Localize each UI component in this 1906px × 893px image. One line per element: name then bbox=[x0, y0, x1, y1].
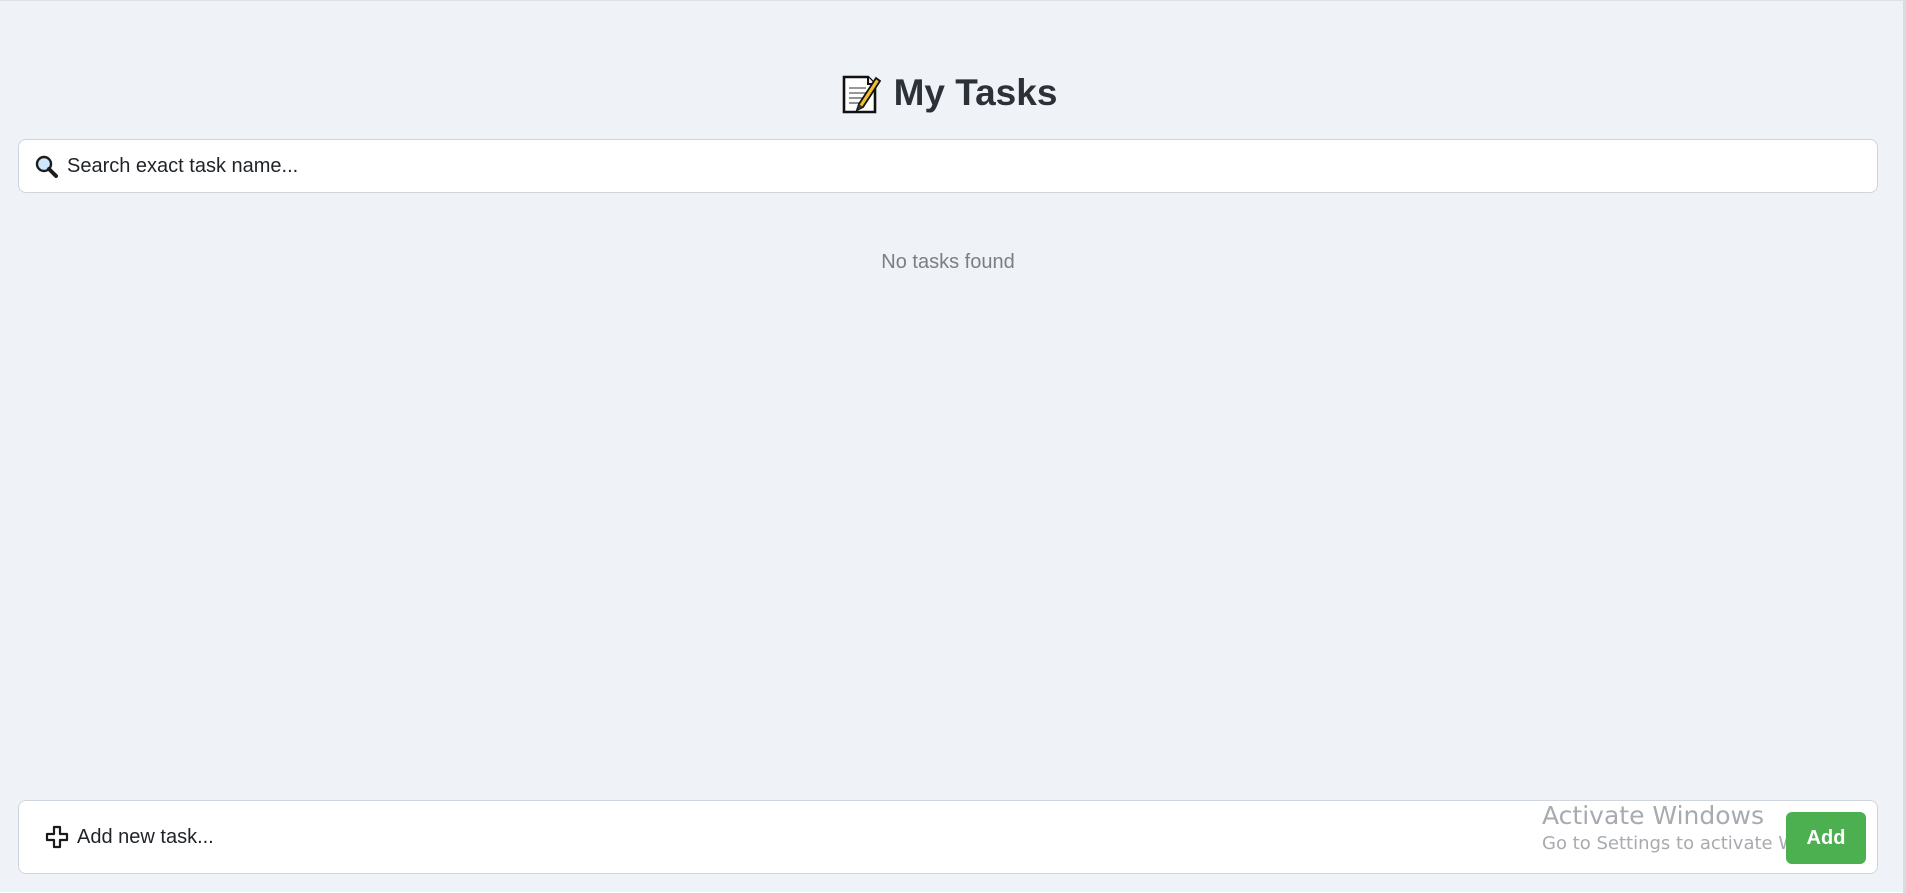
new-task-input[interactable] bbox=[77, 819, 1577, 855]
task-app: My Tasks No tasks found Activate Windows… bbox=[0, 0, 1906, 893]
search-input[interactable] bbox=[67, 149, 1847, 183]
add-task-bar[interactable] bbox=[18, 800, 1878, 874]
page-title-text: My Tasks bbox=[893, 72, 1058, 113]
add-task-button[interactable]: Add bbox=[1786, 812, 1866, 864]
empty-state-message: No tasks found bbox=[881, 251, 1015, 273]
search-icon bbox=[34, 154, 59, 179]
plus-icon bbox=[45, 825, 69, 849]
search-box[interactable] bbox=[18, 139, 1878, 193]
memo-icon bbox=[839, 71, 882, 116]
page-title: My Tasks bbox=[0, 67, 1896, 119]
